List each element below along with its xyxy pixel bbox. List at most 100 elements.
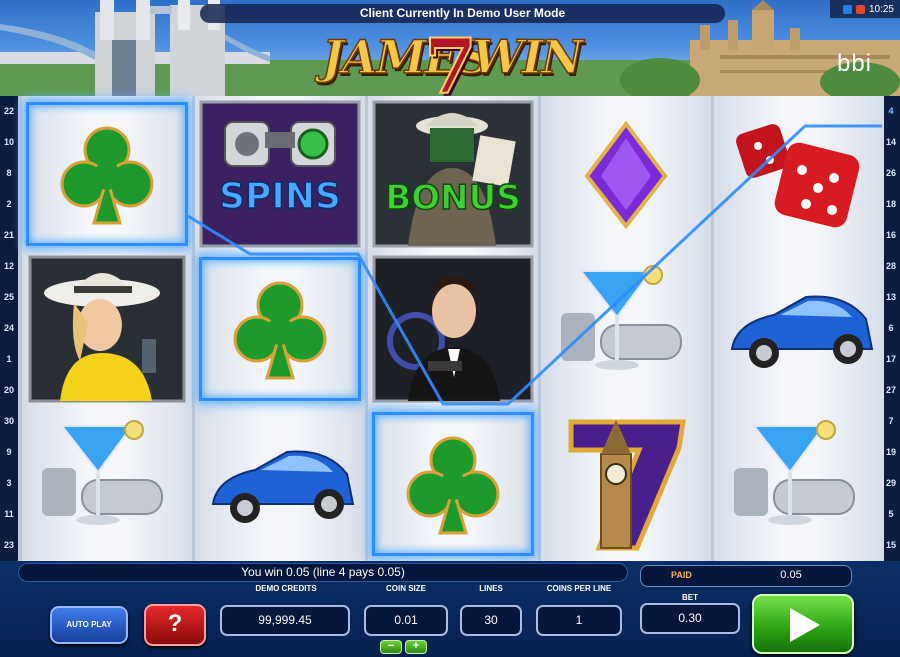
- paid-value: 0.05: [780, 569, 802, 581]
- lines-value[interactable]: 30: [460, 605, 522, 636]
- payline-number[interactable]: 8: [0, 168, 18, 178]
- payline-number[interactable]: 2: [0, 199, 18, 209]
- winning-frame: [372, 412, 534, 556]
- game-logo: JAMES 7 WIN: [321, 21, 584, 100]
- bet-value: 0.30: [640, 603, 740, 634]
- payline-number[interactable]: 26: [882, 168, 900, 178]
- play-icon: [790, 608, 820, 642]
- payline-number[interactable]: 19: [882, 447, 900, 457]
- payline-number[interactable]: 4: [882, 106, 900, 116]
- symbol-club: [22, 98, 192, 250]
- payline-number[interactable]: 25: [0, 292, 18, 302]
- payline-number[interactable]: 12: [0, 261, 18, 271]
- bet-label: BET: [682, 593, 698, 602]
- paid-label: PAID: [671, 570, 692, 580]
- help-button[interactable]: ?: [144, 604, 206, 646]
- reel-4: [541, 96, 711, 561]
- dice-icon: [736, 124, 860, 228]
- payline-number[interactable]: 11: [0, 509, 18, 519]
- payline-number[interactable]: 9: [0, 447, 18, 457]
- martini-icon: [561, 265, 682, 370]
- symbol-martini: [714, 408, 884, 560]
- payline-number[interactable]: 29: [882, 478, 900, 488]
- paid-display: PAID 0.05: [640, 565, 852, 587]
- symbol-seven-big-ben: [541, 408, 711, 560]
- martini-icon: [42, 420, 163, 525]
- symbol-blue-car: [714, 253, 884, 405]
- demo-mode-banner: Client Currently In Demo User Mode: [200, 4, 725, 23]
- bonus-label: BONUS: [385, 177, 522, 219]
- security-icon: [855, 4, 865, 14]
- symbol-martini: [22, 408, 192, 560]
- auto-play-button[interactable]: AUTO PLAY: [50, 606, 128, 644]
- blue-car-icon: [211, 450, 355, 523]
- win-message: You win 0.05 (line 4 pays 0.05): [18, 563, 628, 582]
- reel-2: SPINS: [195, 96, 365, 561]
- payline-number[interactable]: 7: [882, 416, 900, 426]
- header: Client Currently In Demo User Mode JAMES…: [0, 0, 900, 100]
- payline-number[interactable]: 18: [882, 199, 900, 209]
- payline-number[interactable]: 22: [0, 106, 18, 116]
- reel-3: BONUS: [368, 96, 538, 561]
- demo-credits-label: DEMO CREDITS: [255, 584, 317, 593]
- payline-number[interactable]: 3: [0, 478, 18, 488]
- demo-credits-value: 99,999.45: [220, 605, 350, 636]
- spin-button[interactable]: [752, 594, 854, 654]
- payline-number[interactable]: 13: [882, 292, 900, 302]
- symbol-dice: [714, 98, 884, 250]
- spy-bonus-icon: [372, 100, 534, 248]
- symbol-blue-car: [195, 408, 365, 560]
- symbol-diamond: [541, 98, 711, 250]
- blue-car-icon: [730, 295, 874, 368]
- payline-indicators-left: 22 10 8 2 21 12 25 24 1 20 30 9 3 11 23: [0, 96, 18, 561]
- payline-number[interactable]: 28: [882, 261, 900, 271]
- network-icon: [842, 4, 852, 14]
- coins-per-line-label: COINS PER LINE: [546, 584, 612, 593]
- coin-size-decrease-button[interactable]: −: [380, 640, 402, 654]
- coin-size-value: 0.01: [364, 605, 448, 636]
- system-tray: 10:25: [830, 0, 900, 18]
- control-console: You win 0.05 (line 4 pays 0.05) PAID 0.0…: [0, 561, 900, 657]
- brand-logo: bbi: [836, 50, 872, 77]
- payline-number[interactable]: 5: [882, 509, 900, 519]
- payline-number[interactable]: 24: [0, 323, 18, 333]
- symbol-bonus: BONUS: [368, 98, 538, 250]
- payline-number[interactable]: 23: [0, 540, 18, 550]
- diamond-icon: [584, 120, 668, 230]
- payline-number[interactable]: 21: [0, 230, 18, 240]
- payline-number[interactable]: 17: [882, 354, 900, 364]
- binoculars-icon: [199, 100, 361, 248]
- payline-number[interactable]: 6: [882, 323, 900, 333]
- symbol-club: [368, 408, 538, 560]
- payline-number[interactable]: 15: [882, 540, 900, 550]
- symbol-detective-woman: [22, 253, 192, 405]
- payline-number[interactable]: 27: [882, 385, 900, 395]
- coin-size-label: COIN SIZE: [385, 584, 426, 593]
- spins-label: SPINS: [218, 175, 341, 218]
- winning-frame: [199, 257, 361, 401]
- payline-number[interactable]: 10: [0, 137, 18, 147]
- symbol-spins: SPINS: [195, 98, 365, 250]
- slot-game: Client Currently In Demo User Mode JAMES…: [0, 0, 900, 657]
- detective-woman-icon: [28, 255, 186, 403]
- lines-label: LINES: [479, 584, 503, 593]
- symbol-james-agent: [368, 253, 538, 405]
- payline-number[interactable]: 14: [882, 137, 900, 147]
- winning-frame: [26, 102, 188, 246]
- reel-1: [22, 96, 192, 561]
- payline-number[interactable]: 16: [882, 230, 900, 240]
- clock: 10:25: [868, 3, 894, 15]
- symbol-martini: [541, 253, 711, 405]
- logo-win: WIN: [471, 29, 584, 85]
- payline-number[interactable]: 1: [0, 354, 18, 364]
- payline-number[interactable]: 20: [0, 385, 18, 395]
- coin-size-increase-button[interactable]: +: [405, 640, 427, 654]
- reel-5: [714, 96, 884, 561]
- coins-per-line-value[interactable]: 1: [536, 605, 622, 636]
- seven-big-ben-icon: [568, 419, 686, 551]
- payline-number[interactable]: 30: [0, 416, 18, 426]
- symbol-club: [195, 253, 365, 405]
- logo-seven: 7: [423, 21, 478, 100]
- martini-icon: [734, 420, 855, 525]
- reel-area: SPINS BONUS: [18, 96, 884, 561]
